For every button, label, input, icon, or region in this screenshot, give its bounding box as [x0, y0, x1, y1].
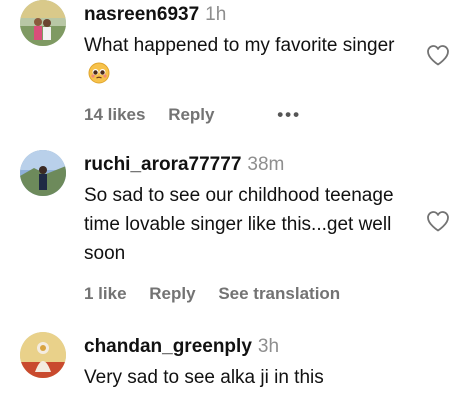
username[interactable]: chandan_greenply	[84, 336, 252, 357]
avatar[interactable]	[20, 150, 66, 196]
heart-outline-icon[interactable]	[426, 210, 450, 232]
avatar[interactable]	[20, 332, 66, 378]
comment-actions: 14 likes Reply •••	[84, 104, 418, 126]
comment-header: ruchi_arora77777 38m	[84, 153, 418, 177]
comment-header: nasreen6937 1h	[84, 3, 418, 27]
reply-button[interactable]: Reply	[149, 283, 195, 305]
reply-button[interactable]: Reply	[168, 104, 214, 126]
timestamp: 1h	[205, 4, 227, 25]
comment-actions: 1 like Reply See translation	[84, 283, 418, 305]
likes-count[interactable]: 1 like	[84, 283, 127, 305]
comment-text: Very sad to see alka ji in this	[84, 363, 418, 392]
heart-outline-icon[interactable]	[426, 44, 450, 66]
timestamp: 38m	[247, 154, 285, 175]
comment-header: chandan_greenply 3h	[84, 335, 418, 359]
more-options-button[interactable]: •••	[277, 104, 301, 126]
comment-text-content: What happened to my favorite singer	[84, 35, 395, 56]
likes-count[interactable]: 14 likes	[84, 104, 145, 126]
comment-text: What happened to my favorite singer	[84, 31, 418, 89]
pleading-face-emoji-icon	[88, 62, 110, 84]
timestamp: 3h	[257, 336, 280, 357]
username[interactable]: nasreen6937	[84, 4, 199, 25]
comment-text-content: So sad to see our childhood teenage time…	[84, 185, 394, 264]
avatar[interactable]	[20, 0, 66, 46]
username[interactable]: ruchi_arora77777	[84, 154, 241, 175]
comment-text: So sad to see our childhood teenage time…	[84, 181, 418, 268]
see-translation-button[interactable]: See translation	[218, 283, 340, 305]
comment-text-content: Very sad to see alka ji in this	[84, 367, 324, 388]
